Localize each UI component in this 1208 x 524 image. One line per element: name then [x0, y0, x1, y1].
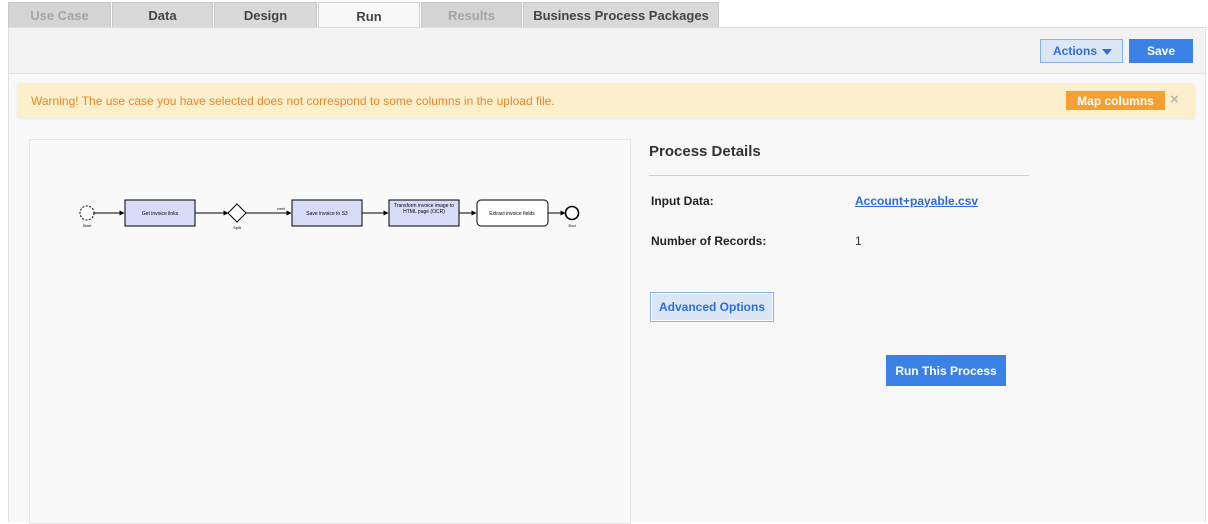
toolbar: Actions Save	[9, 28, 1205, 74]
records-value: 1	[855, 234, 862, 248]
gateway-label: Split	[233, 225, 242, 230]
close-icon[interactable]: ×	[1170, 91, 1179, 108]
end-event-icon[interactable]	[564, 205, 580, 221]
actions-label: Actions	[1053, 44, 1098, 58]
tab-data[interactable]: Data	[112, 2, 213, 28]
task-label: Get invoice links	[142, 211, 179, 217]
divider	[649, 175, 1029, 176]
tab-results[interactable]: Results	[421, 2, 522, 28]
tab-run[interactable]: Run	[318, 2, 420, 29]
start-event-label: Start	[83, 223, 92, 228]
process-diagram: Start Get invoice links Split next Save …	[29, 139, 631, 524]
task-label: Save invoice to S3	[306, 211, 348, 217]
input-data-link[interactable]: Account+payable.csv	[855, 194, 978, 208]
warning-message: Warning! The use case you have selected …	[31, 94, 555, 108]
caret-down-icon	[1102, 49, 1112, 55]
gateway-icon[interactable]	[227, 203, 247, 223]
process-details-title: Process Details	[649, 143, 761, 160]
save-button[interactable]: Save	[1129, 39, 1193, 63]
actions-dropdown-button[interactable]: Actions	[1040, 39, 1123, 63]
tab-use-case[interactable]: Use Case	[8, 2, 111, 28]
task-label-wrap: Transform invoice image to HTML page (OC…	[393, 203, 455, 215]
warning-banner: Warning! The use case you have selected …	[17, 83, 1195, 118]
tab-business-process-packages[interactable]: Business Process Packages	[523, 2, 719, 28]
input-data-label: Input Data:	[651, 194, 714, 208]
end-event-label: End	[568, 223, 575, 228]
process-diagram-canvas: Start Get invoice links Split next Save …	[79, 199, 580, 230]
records-label: Number of Records:	[651, 234, 767, 248]
edge-label: next	[277, 206, 285, 211]
advanced-options-button[interactable]: Advanced Options	[650, 292, 774, 322]
run-panel: Actions Save Warning! The use case you h…	[8, 27, 1206, 524]
run-process-button[interactable]: Run This Process	[886, 355, 1006, 386]
tab-bar: Use Case Data Design Run Results Busines…	[0, 0, 1208, 29]
task-label: Extract invoice fields	[489, 211, 535, 217]
start-event-icon[interactable]	[79, 205, 95, 221]
map-columns-button[interactable]: Map columns	[1066, 91, 1165, 110]
task-label: Transform invoice image to HTML page (OC…	[393, 203, 455, 215]
tab-design[interactable]: Design	[214, 2, 317, 28]
